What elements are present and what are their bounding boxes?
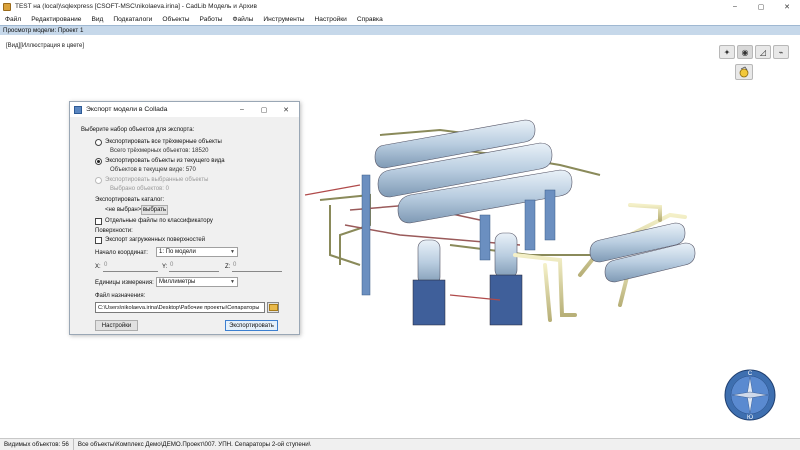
menu-subcatalogs[interactable]: Подкаталоги — [113, 16, 152, 23]
vertical-vessel-1 — [412, 239, 446, 326]
separate-files-checkbox[interactable] — [95, 218, 102, 225]
maximize-button[interactable]: ▢ — [748, 0, 774, 13]
chevron-down-icon: ▼ — [230, 249, 235, 255]
z-input[interactable]: 0 — [232, 262, 282, 272]
radio-export-view[interactable] — [95, 158, 102, 165]
status-bar: Видимых объектов: 56 Все объекты\Комплек… — [0, 438, 800, 450]
radio-export-view-label[interactable]: Экспортировать объекты из текущего вида — [105, 158, 225, 164]
model-viewport[interactable] — [300, 115, 720, 345]
menu-works[interactable]: Работы — [200, 16, 223, 23]
compass-north-label: C — [748, 371, 753, 377]
export-collada-dialog: Экспорт модели в Collada – ▢ ✕ Выберите … — [69, 101, 300, 335]
units-label: Единицы измерения: — [95, 280, 154, 286]
menu-file[interactable]: Файл — [5, 16, 21, 23]
dialog-app-icon — [74, 105, 82, 114]
dialog-minimize-button[interactable]: – — [231, 102, 253, 117]
menu-settings[interactable]: Настройки — [315, 16, 347, 23]
camera-icon[interactable]: ◉ — [737, 45, 753, 59]
browse-folder-icon[interactable] — [267, 302, 279, 313]
origin-select[interactable]: 1: По модели ▼ — [156, 247, 238, 257]
view-tool-icon[interactable]: ✦ — [719, 45, 735, 59]
settings-button[interactable]: Настройки — [95, 320, 138, 331]
y-label: Y: — [162, 264, 168, 270]
dialog-maximize-button[interactable]: ▢ — [253, 102, 275, 117]
dialog-body: Выберите набор объектов для экспорта: Эк… — [70, 117, 299, 334]
app-icon — [3, 2, 11, 11]
destination-label: Файл назначения: — [95, 293, 146, 299]
units-select[interactable]: Миллиметры ▼ — [156, 277, 238, 287]
compass-south-label: Ю — [747, 415, 753, 421]
viewport-title: Просмотр модели: Проект 1 — [3, 27, 84, 34]
choose-set-label: Выберите набор объектов для экспорта: — [81, 127, 195, 133]
radio-export-all[interactable] — [95, 139, 102, 146]
menu-bar: Файл Редактирование Вид Подкаталоги Объе… — [0, 13, 800, 25]
units-select-value: Миллиметры — [159, 279, 196, 285]
origin-label: Начало координат: — [95, 250, 148, 256]
close-button[interactable]: ✕ — [774, 0, 800, 13]
view-objects-count: Объектов в текущем виде: 570 — [110, 167, 196, 173]
window-title: TEST на (local)\sqlexpress [CSOFT-MSC\ni… — [15, 3, 257, 10]
menu-tools[interactable]: Инструменты — [263, 16, 304, 23]
view-mode-label: [Вид][Иллюстрация в цвете] — [6, 43, 85, 49]
minimize-button[interactable]: – — [722, 0, 748, 13]
choose-catalog-button[interactable]: выбрать — [141, 205, 168, 215]
section-icon[interactable]: ⌁ — [773, 45, 789, 59]
measure-icon[interactable]: ◿ — [755, 45, 771, 59]
surfaces-label: Поверхности: — [95, 228, 133, 234]
export-surfaces-label[interactable]: Экспорт загруженных поверхностей — [105, 237, 205, 243]
menu-edit[interactable]: Редактирование — [31, 16, 81, 23]
separate-files-label[interactable]: Отдельные файлы по классификатору — [105, 218, 213, 224]
menu-help[interactable]: Справка — [357, 16, 383, 23]
origin-select-value: 1: По модели — [159, 249, 196, 255]
vertical-vessel-2 — [489, 232, 523, 326]
chevron-down-icon: ▼ — [230, 279, 235, 285]
dialog-title: Экспорт модели в Collada — [86, 106, 168, 113]
x-input[interactable]: 0 — [103, 262, 158, 272]
viewport-header: Просмотр модели: Проект 1 — [0, 25, 800, 35]
catalog-label: Экспортировать каталог: — [95, 197, 165, 203]
compass[interactable]: C Ю — [722, 363, 778, 423]
catalog-value: <не выбран> — [105, 207, 142, 213]
menu-files[interactable]: Файлы — [232, 16, 253, 23]
y-input[interactable]: 0 — [169, 262, 219, 272]
paint-icon[interactable] — [735, 64, 753, 80]
selected-objects-count: Выбрано объектов: 0 — [110, 186, 169, 192]
destination-file-field[interactable]: C:\Users\nikolaeva.irina\Desktop\Рабочие… — [95, 302, 265, 313]
total-objects-count: Всего трёхмерных объектов: 18520 — [110, 148, 209, 154]
menu-view[interactable]: Вид — [91, 16, 103, 23]
visible-objects-count: Видимых объектов: 56 — [0, 438, 74, 450]
window-controls: – ▢ ✕ — [722, 0, 800, 13]
title-bar: TEST на (local)\sqlexpress [CSOFT-MSC\ni… — [0, 0, 800, 13]
radio-export-all-label[interactable]: Экспортировать все трёхмерные объекты — [105, 139, 222, 145]
object-path: Все объекты\Комплекс Демо\ДЕМО.Проект\00… — [77, 441, 311, 448]
export-button[interactable]: Экспортировать — [225, 320, 278, 331]
radio-export-selected[interactable] — [95, 177, 102, 184]
x-label: X: — [95, 264, 101, 270]
dialog-title-bar: Экспорт модели в Collada – ▢ ✕ — [70, 102, 299, 117]
dialog-close-button[interactable]: ✕ — [275, 102, 297, 117]
z-label: Z: — [225, 264, 231, 270]
menu-objects[interactable]: Объекты — [162, 16, 189, 23]
radio-export-selected-label[interactable]: Экспортировать выбранные объекты — [105, 177, 208, 183]
export-surfaces-checkbox[interactable] — [95, 237, 102, 244]
